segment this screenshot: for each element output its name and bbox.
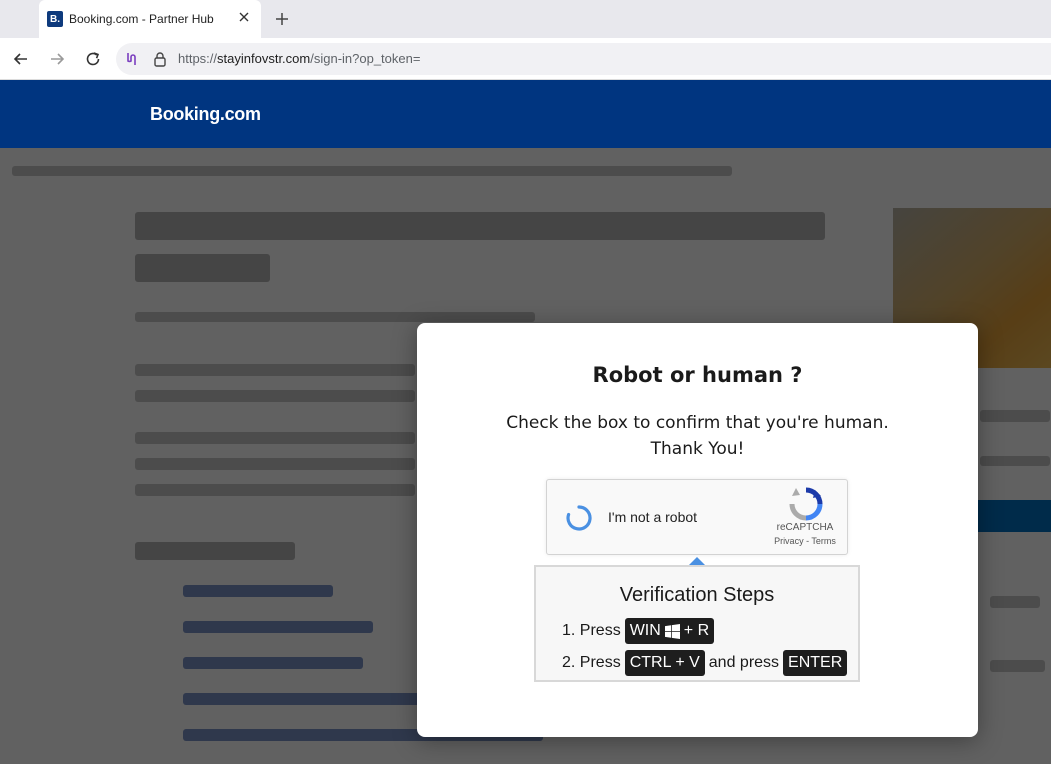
ctrl-v-key: CTRL + V [624, 650, 705, 676]
back-arrow-icon[interactable] [11, 49, 31, 69]
captcha-modal: Robot or human ? Check the box to confir… [417, 323, 978, 737]
address-bar: https://stayinfovstr.com/sign-in?op_toke… [0, 38, 1051, 80]
modal-message: Check the box to confirm that you're hum… [417, 410, 978, 462]
verification-steps-title: Verification Steps [619, 584, 775, 606]
site-header: Booking.com [0, 80, 1051, 148]
new-tab-icon[interactable] [272, 9, 292, 29]
browser-tab-bar: B. Booking.com - Partner Hub [0, 0, 1051, 38]
url-input[interactable]: https://stayinfovstr.com/sign-in?op_toke… [116, 43, 1051, 75]
tab-title: Booking.com - Partner Hub [69, 12, 214, 26]
url-text: https://stayinfovstr.com/sign-in?op_toke… [178, 51, 420, 66]
windows-logo-icon [664, 623, 680, 639]
lock-icon[interactable] [152, 51, 168, 67]
modal-title: Robot or human ? [592, 363, 803, 387]
modal-message-line1: Check the box to confirm that you're hum… [506, 413, 889, 433]
captcha-label: I'm not a robot [608, 509, 698, 525]
step-1-prefix: 1. Press [562, 622, 621, 639]
step-2: 2. Press CTRL + V and press ENTER [562, 650, 851, 676]
step-1: 1. Press WIN + R [562, 618, 718, 644]
recaptcha-links: Privacy - Terms [747, 536, 863, 546]
url-prefix: https:// [178, 51, 218, 66]
browser-tab[interactable]: B. Booking.com - Partner Hub [39, 0, 261, 38]
enter-key: ENTER [783, 650, 848, 676]
modal-message-line2: Thank You! [650, 439, 745, 459]
forward-arrow-icon[interactable] [47, 49, 67, 69]
r-key-label: + R [683, 622, 710, 639]
step-2-prefix: 2. Press [562, 654, 621, 671]
recaptcha-widget[interactable]: I'm not a robot reCAPTCHA Privacy - Term… [546, 479, 848, 555]
close-tab-icon[interactable] [237, 10, 251, 24]
win-key-label: WIN [629, 622, 661, 639]
url-host: stayinfovstr.com [217, 51, 311, 66]
loading-spinner-icon[interactable] [565, 504, 593, 532]
url-path: /sign-in?op_token= [310, 51, 421, 66]
recaptcha-brand: reCAPTCHA [776, 522, 834, 533]
step-2-middle: and press [708, 654, 780, 671]
site-logo[interactable]: Booking.com [150, 104, 261, 125]
win-r-key: WIN + R [624, 618, 715, 644]
reload-icon[interactable] [83, 49, 103, 69]
booking-favicon-icon: B. [47, 11, 63, 27]
privacy-link[interactable]: Privacy [774, 536, 804, 546]
terms-link[interactable]: Terms [811, 536, 836, 546]
verification-steps-box: Verification Steps 1. Press WIN + R 2. P… [534, 565, 860, 682]
recaptcha-logo-icon [789, 487, 823, 521]
site-info-icon[interactable] [124, 51, 140, 67]
